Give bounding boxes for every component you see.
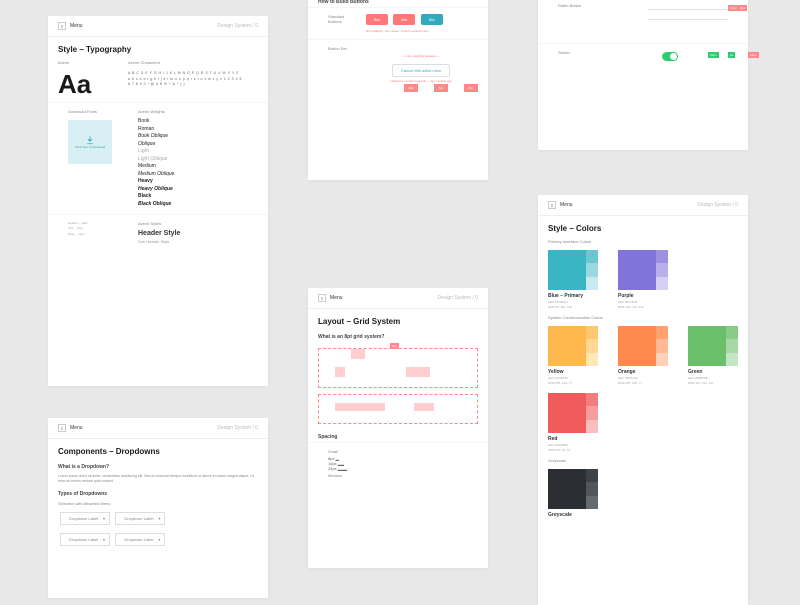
weight-medium: Medium <box>138 163 248 171</box>
styles-label: Avenir Styles <box>128 219 258 228</box>
page-title: Components – Dropdowns <box>48 439 268 460</box>
system-colors-label: System Communication Colors <box>538 313 748 322</box>
dropdown-1[interactable]: Dropdown Label <box>60 512 110 525</box>
color-swatch-greyscale: Greyscale <box>548 469 598 518</box>
greyscale-label: Greyscale <box>538 456 748 465</box>
dropdown-description: Lorem ipsum dolor sit amet, consectetur … <box>48 472 268 487</box>
weight-medium-oblique: Medium Oblique <box>138 171 248 179</box>
font-label: Avenir <box>48 58 118 67</box>
primary-colors-label: Primary Interface Colors <box>538 237 748 246</box>
weight-heavy-oblique: Heavy Oblique <box>138 186 248 194</box>
download-text: Click here to download <box>75 145 105 149</box>
types-label: Types of Dropdowns <box>48 487 268 499</box>
breadcrumb: Design System / 0 <box>217 23 258 29</box>
specimen-aa: Aa <box>48 67 118 102</box>
page-title: Style – Colors <box>538 216 748 237</box>
weights-list: Book Roman Book Oblique Oblique Light Li… <box>128 116 258 210</box>
weights-label: Avenir Weights <box>128 107 258 116</box>
grid-question: What is an 8pt grid system? <box>308 330 488 342</box>
selection-label: Selection with Attached Menu <box>48 499 268 508</box>
color-swatch-green: GreenHEX #6BBF6BRGB 107, 191, 107 <box>688 326 738 385</box>
grid-diagram-1: 8px <box>318 348 478 388</box>
header-style: Header Style <box>128 228 258 239</box>
menu-icon[interactable]: ≡ <box>58 424 66 432</box>
standard-buttons-label: Standard Buttons <box>318 12 358 26</box>
radio-diagram: 16px8px <box>608 5 728 35</box>
weight-roman: Roman <box>138 126 248 134</box>
weight-book: Book <box>138 118 248 126</box>
color-swatch-blue-primary: Blue – PrimaryHEX #3AB5C4RGB 58, 181, 19… <box>548 250 598 309</box>
page-inputs: Switch How to Build Input Fields Checkbo… <box>538 0 748 150</box>
what-is-dropdown: What is a Dropdown? <box>48 460 268 472</box>
download-icon <box>85 135 95 145</box>
switch-spec-label: Switch <box>548 48 598 86</box>
dropdown-2[interactable]: Dropdown Label <box>115 512 165 525</box>
color-swatch-yellow: YellowHEX #FFB84DRGB 255, 184, 77 <box>548 326 598 385</box>
page-colors: ≡MenuDesign System / 0 Style – Colors Pr… <box>538 195 748 605</box>
weight-heavy: Heavy <box>138 178 248 186</box>
weight-black-oblique: Black Oblique <box>138 201 248 209</box>
menu-label: Menu <box>70 23 83 29</box>
download-button[interactable]: Click here to download <box>68 120 112 164</box>
button-set-diagram: — 12px padding between — Cancel this act… <box>374 48 468 98</box>
color-swatch-red: RedHEX #F05B5BRGB 240, 91, 91 <box>548 393 598 452</box>
dropdown-3[interactable]: Dropdown Label <box>60 533 110 546</box>
page-typography: ≡ Menu Design System / 0 Style – Typograp… <box>48 16 268 386</box>
page-title: Style – Typography <box>48 37 268 58</box>
weight-black: Black <box>138 193 248 201</box>
char-set: A B C D E F G H I J K L M N O P Q R S T … <box>118 67 268 92</box>
weight-light: Light <box>138 148 248 156</box>
button-spec-3: Btn <box>421 14 443 25</box>
dropdown-4[interactable]: Dropdown Label <box>115 533 165 546</box>
page-header: ≡ Menu Design System / 0 <box>48 16 268 37</box>
weight-light-oblique: Light Oblique <box>138 156 248 164</box>
subheader-style: Sub Header Style <box>128 239 258 244</box>
spec-tag-1: 8px <box>404 84 418 92</box>
page-grid: ≡MenuDesign System / 0 Layout – Grid Sys… <box>308 288 488 568</box>
weight-oblique: Oblique <box>138 141 248 149</box>
spacing-label: Spacing <box>308 430 488 442</box>
menu-icon[interactable]: ≡ <box>318 294 326 302</box>
chars-label: Avenir Characters <box>118 58 268 67</box>
page-buttons: Log Anonymously— outline button Log Anon… <box>308 0 488 180</box>
menu-icon[interactable]: ≡ <box>548 201 556 209</box>
color-swatch-orange: OrangeHEX #FF8A4DRGB 255, 138, 77 <box>618 326 668 385</box>
color-swatch-purple: PurpleHEX #8174D8RGB 129, 116, 216 <box>618 250 668 309</box>
spec-tag-3: 8px <box>464 84 478 92</box>
spec-tag-2: 8px <box>434 84 448 92</box>
switch-diagram: on24px10px <box>608 52 728 82</box>
spacing-medium: Medium <box>318 471 478 480</box>
page-title: Layout – Grid System <box>308 309 488 330</box>
menu-icon[interactable]: ≡ <box>58 22 66 30</box>
grid-diagram-2 <box>318 394 478 424</box>
button-set-label: Button Set <box>318 44 358 102</box>
how-build-buttons: How to Build Buttons <box>308 0 488 7</box>
weight-book-oblique: Book Oblique <box>138 133 248 141</box>
page-dropdowns: ≡MenuDesign System / 0 Components – Drop… <box>48 418 268 598</box>
button-spec-1: Btn <box>366 14 388 25</box>
spacing-small: Small <box>318 447 478 456</box>
download-label: Download Fonts <box>58 107 128 116</box>
button-spec-2: Btn <box>393 14 415 25</box>
radio-label: Radio Button <box>548 1 598 39</box>
